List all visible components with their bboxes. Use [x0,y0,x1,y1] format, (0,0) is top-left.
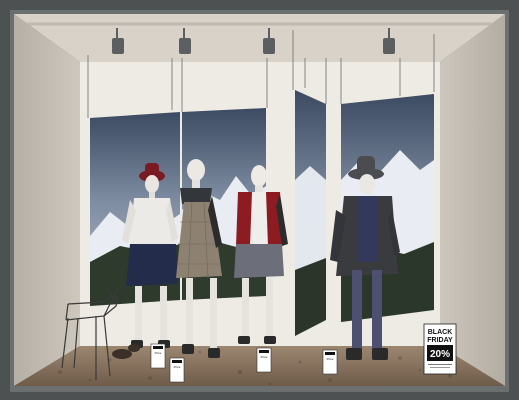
svg-text:Price: Price [261,355,268,359]
svg-text:Price: Price [327,357,334,361]
price-tag: Price [169,357,185,383]
price-tag: Price [322,349,338,375]
price-tag: Price [150,343,166,369]
sale-sign-line1: BLACK [428,329,453,336]
ceiling [14,14,505,62]
left-wall [14,14,80,386]
shop-window-scene: Price Price Price Price BLACK FRIDAY 20% [0,0,519,400]
mountain-banner-angled [295,90,326,336]
sale-sign-discount: 20% [430,349,450,360]
svg-text:Price: Price [155,351,162,355]
svg-text:Price: Price [174,365,181,369]
price-tag: Price [256,347,272,373]
black-friday-sign: BLACK FRIDAY 20% [423,323,457,375]
sale-sign-line2: FRIDAY [427,337,453,344]
